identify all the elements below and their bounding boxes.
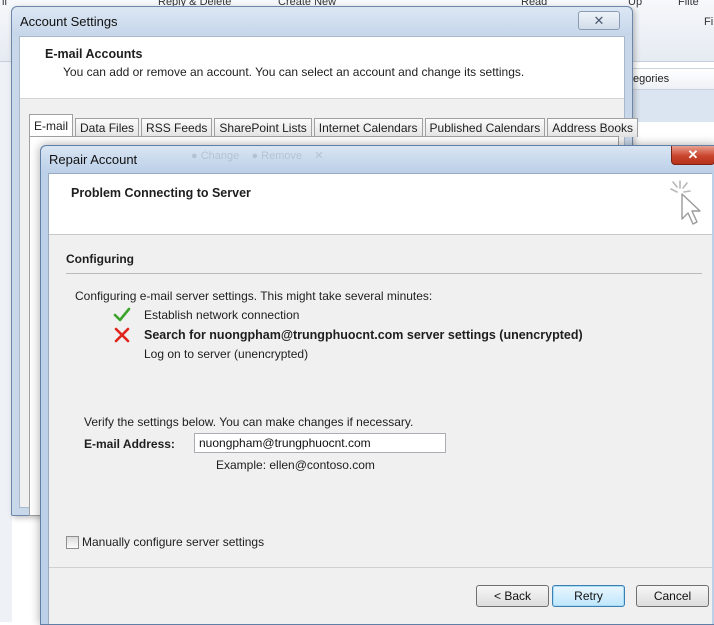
tab-sharepoint-lists[interactable]: SharePoint Lists [214,118,312,137]
email-address-label: E-mail Address: [84,437,175,451]
check-icon [113,307,131,322]
email-accounts-heading: E-mail Accounts [45,47,143,61]
repair-account-close-button[interactable]: ✕ [671,146,714,165]
account-settings-header: E-mail Accounts You can add or remove an… [20,37,624,99]
account-settings-tabs: E-mail Data Files RSS Feeds SharePoint L… [29,113,640,137]
ghost-menu-text: ● Change ● Remove ✕ [191,150,324,162]
tab-internet-calendars[interactable]: Internet Calendars [313,118,423,137]
configuring-intro: Configuring e-mail server settings. This… [75,289,433,303]
manual-config-option[interactable]: Manually configure server settings [66,535,264,549]
email-example-text: Example: ellen@contoso.com [216,458,375,472]
tab-address-books[interactable]: Address Books [547,118,638,137]
step-placeholder [113,346,131,362]
configuring-heading: Configuring [66,252,134,266]
repair-account-titlebar[interactable]: Repair Account ● Change ● Remove ✕ ✕ [41,146,714,172]
repair-account-title: Repair Account [49,152,138,167]
filter-button[interactable]: Filte [678,0,699,8]
filter-label: Filte [678,0,699,8]
section-divider [66,273,702,274]
step-label: Search for nuongpham@trungphuocnt.com se… [144,328,583,342]
close-icon: ✕ [593,13,605,28]
close-icon: ✕ [687,147,699,162]
ribbon-fragment: ll [2,0,7,8]
step-search-settings: Search for nuongpham@trungphuocnt.com se… [113,326,583,344]
ribbon-group-label: Fi [704,16,714,28]
step-label: Log on to server (unencrypted) [144,347,309,361]
back-button[interactable]: < Back [476,585,549,607]
account-settings-title: Account Settings [20,14,118,29]
account-settings-close-button[interactable]: ✕ [578,11,620,30]
repair-account-dialog: Repair Account ● Change ● Remove ✕ ✕ Pro… [40,145,714,625]
problem-heading: Problem Connecting to Server [71,186,251,200]
step-log-on: Log on to server (unencrypted) [113,345,308,363]
tab-email[interactable]: E-mail [29,114,74,137]
verify-instructions: Verify the settings below. You can make … [84,415,414,429]
email-address-input[interactable] [194,433,446,453]
categories-column-header[interactable]: egories [626,68,714,90]
account-settings-titlebar[interactable]: Account Settings ✕ [12,7,632,35]
email-accounts-description: You can add or remove an account. You ca… [63,65,525,79]
step-establish-connection: Establish network connection [113,306,299,324]
tab-published-calendars[interactable]: Published Calendars [424,118,546,137]
repair-account-header: Problem Connecting to Server [49,174,712,235]
tab-rss-feeds[interactable]: RSS Feeds [141,118,213,137]
categories-header-label: egories [633,73,670,85]
step-label: Establish network connection [144,308,300,322]
manual-config-label[interactable]: Manually configure server settings [82,535,264,549]
cancel-button[interactable]: Cancel [636,585,709,607]
retry-button[interactable]: Retry [552,585,625,607]
tab-data-files[interactable]: Data Files [75,118,140,137]
busy-cursor-icon [670,180,701,225]
manual-config-checkbox[interactable] [66,535,79,549]
repair-account-body: Problem Connecting to Server Configuring… [48,173,712,624]
x-icon [114,327,130,343]
